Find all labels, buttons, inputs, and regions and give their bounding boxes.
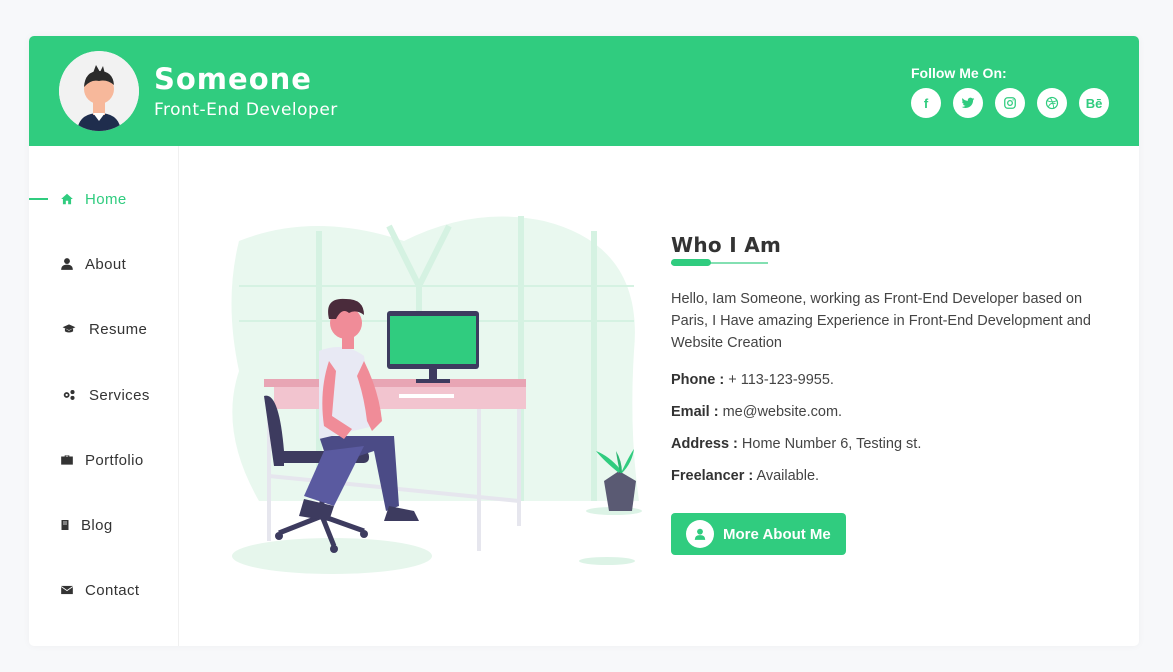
developer-illustration [224,211,644,586]
profile-name: Someone [154,62,312,96]
behance-icon[interactable]: Bē [1079,88,1109,118]
email-info: Email : me@website.com. [671,404,842,420]
book-icon [59,517,71,533]
phone-info: Phone : + 113-123-9955. [671,372,834,388]
profile-role: Front-End Developer [154,100,338,120]
nav-item-home[interactable]: Home [29,184,179,214]
nav-label: Services [89,386,150,404]
nav-item-blog[interactable]: Blog [29,510,179,540]
sidebar-nav: Home About Resume Services Portfolio Blo… [29,146,179,646]
twitter-icon[interactable] [953,88,983,118]
title-underline-bar [671,259,711,266]
email-label: Email : [671,404,719,420]
nav-label: Portfolio [85,451,144,469]
nav-item-services[interactable]: Services [29,380,179,410]
user-circle-icon [686,520,714,548]
facebook-icon[interactable]: f [911,88,941,118]
nav-label: Resume [89,320,148,338]
user-icon [59,256,75,272]
nav-item-contact[interactable]: Contact [29,575,179,605]
freelancer-label: Freelancer : [671,468,754,484]
email-value: me@website.com. [722,404,843,420]
intro-text: Hello, Iam Someone, working as Front-End… [671,291,1091,351]
nav-label: About [85,255,127,273]
instagram-icon[interactable] [995,88,1025,118]
address-label: Address : [671,436,738,452]
graduation-cap-icon [59,321,79,337]
cogs-icon [59,387,79,403]
dribbble-icon[interactable] [1037,88,1067,118]
header: Someone Front-End Developer Follow Me On… [29,36,1139,146]
follow-label: Follow Me On: [911,65,1007,81]
nav-item-about[interactable]: About [29,249,179,279]
home-icon [59,191,75,207]
section-title: Who I Am [671,233,782,257]
freelancer-info: Freelancer : Available. [671,468,819,484]
social-links: f Bē [911,88,1109,118]
briefcase-icon [59,452,75,468]
button-label: More About Me [723,525,831,543]
freelancer-value: Available. [756,468,820,484]
behance-glyph: Bē [1085,95,1103,111]
nav-item-resume[interactable]: Resume [29,314,179,344]
address-value: Home Number 6, Testing st. [741,436,922,452]
avatar [59,51,139,131]
envelope-icon [59,582,75,598]
nav-label: Home [85,190,127,208]
profile-card: Someone Front-End Developer Follow Me On… [29,36,1139,646]
facebook-glyph: f [923,95,929,111]
address-info: Address : Home Number 6, Testing st. [671,436,921,452]
nav-label: Blog [81,516,113,534]
more-about-me-button[interactable]: More About Me [671,513,846,555]
phone-label: Phone : [671,372,725,388]
nav-label: Contact [85,581,140,599]
nav-item-portfolio[interactable]: Portfolio [29,445,179,475]
phone-value: + 113-123-9955. [728,372,834,388]
